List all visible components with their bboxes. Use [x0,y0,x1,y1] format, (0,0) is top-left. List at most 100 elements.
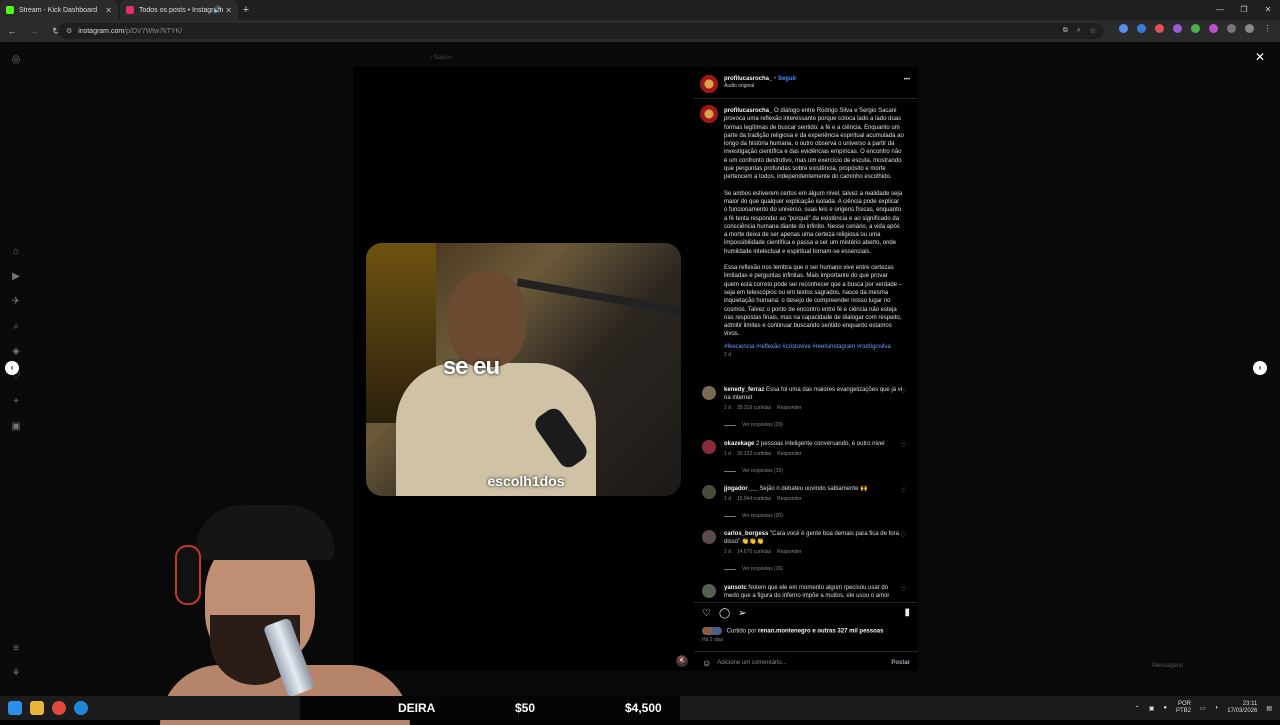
view-replies-button[interactable]: Ver respostas (20) [724,513,783,519]
commenter-avatar[interactable] [702,584,716,598]
comment-username[interactable]: yansotc [724,585,747,591]
extensions-puzzle-icon[interactable] [1227,24,1236,33]
site-info-icon[interactable]: ⚙ [66,27,72,35]
audio-playing-icon[interactable]: 🔊 [213,6,222,14]
post-comment-button[interactable]: Postar [891,660,910,666]
comment-username[interactable]: kenedy_ferraz [724,387,764,393]
liked-by[interactable]: Curtido por renan.montenegro e outras 32… [702,627,883,635]
comment-username[interactable]: carlos_borgess [724,531,768,537]
comment-age: 1 d [724,549,731,555]
forward-icon[interactable]: → [28,26,40,36]
donation-ticker: DEIRA $50 $4,500 [300,696,680,720]
comment-username[interactable]: okazekage [724,441,754,447]
more-options-icon[interactable]: ••• [904,77,910,83]
threads-icon[interactable]: ⚘ [10,668,22,680]
author-username[interactable]: profilucasrocha_ [724,76,772,82]
instagram-logo-icon[interactable]: ◎ [10,54,22,66]
ticker-right: $4,500 [625,701,662,715]
chrome-icon[interactable] [52,701,66,715]
notifications-icon[interactable]: ▤ [1266,705,1272,712]
cast-icon[interactable]: ⧉ [1063,27,1068,35]
view-replies-button[interactable]: Ver respostas (29) [724,422,783,428]
liked-by-user[interactable]: renan.montenegro [758,629,811,635]
search-icon[interactable]: ⌕ [10,321,22,333]
save-bookmark-icon[interactable]: ▮ [904,607,910,618]
like-icon[interactable]: ♡ [702,608,711,619]
direct-icon[interactable]: ✈ [10,296,22,308]
extension-icon[interactable] [1173,24,1182,33]
extension-icon[interactable] [1191,24,1200,33]
edge-icon[interactable] [74,701,88,715]
extension-icon[interactable] [1155,24,1164,33]
tab-instagram[interactable]: Todos os posts • Instagram 🔊 ✕ [120,0,238,20]
audio-label[interactable]: Áudio original [724,83,796,89]
reply-button[interactable]: Responder [777,404,801,412]
clock[interactable]: 23:11 17/03/2026 [1227,701,1257,715]
comment-icon[interactable]: ◯ [719,608,730,619]
previous-post-icon[interactable]: ‹ [5,361,19,375]
bookmark-star-icon[interactable]: ☆ [1090,27,1096,35]
comment-likes[interactable]: 14.670 curtidas [737,548,771,556]
maximize-icon[interactable]: ❐ [1232,0,1256,20]
commenter-avatar[interactable] [702,485,716,499]
back-icon[interactable]: ← [6,26,18,36]
tray-mic-icon[interactable]: ● [1163,705,1167,711]
reels-icon[interactable]: ▶ [10,271,22,283]
commenter-avatar[interactable] [702,386,716,400]
menu-kebab-icon[interactable]: ⋮ [1263,24,1272,33]
like-comment-icon[interactable]: ♡ [901,586,906,594]
file-explorer-icon[interactable] [30,701,44,715]
home-icon[interactable]: ⌂ [10,246,22,258]
post-actions: ♡ ◯ ➢ ▮ Curtido por renan.montenegro e o… [694,602,918,672]
volume-icon[interactable]: ◖ [1215,705,1219,711]
zoom-icon[interactable]: ⌕ [1077,27,1081,35]
close-modal-icon[interactable]: ✕ [1255,50,1265,64]
dashboard-icon[interactable]: ▣ [10,421,22,433]
view-replies-button[interactable]: Ver respostas (16) [724,566,783,572]
comment-likes[interactable]: 39.316 curtidas [737,404,771,412]
reply-button[interactable]: Responder [777,495,801,503]
share-icon[interactable]: ➢ [738,608,746,619]
author-avatar[interactable] [700,75,718,93]
caption-username[interactable]: profilucasrocha_ [724,108,772,114]
hashtags[interactable]: #feeciencia #reflexão #cristovive #reels… [724,343,904,351]
windows-start-icon[interactable] [8,701,22,715]
commenter-avatar[interactable] [702,440,716,454]
extension-icon[interactable] [1209,24,1218,33]
new-tab-button[interactable]: + [238,2,254,18]
comment-username[interactable]: jjogador___ [724,486,758,492]
commenter-avatar[interactable] [702,530,716,544]
menu-icon[interactable]: ≡ [10,643,22,655]
extension-icon[interactable] [1119,24,1128,33]
mute-icon[interactable]: 🔇 [676,655,688,667]
next-post-icon[interactable]: › [1253,361,1267,375]
comment-input[interactable]: Adicione um comentário... [717,660,786,666]
view-replies-button[interactable]: Ver respostas (16) [724,468,783,474]
like-comment-icon[interactable]: ♡ [901,442,906,450]
language-indicator[interactable]: POR PTB2 [1176,701,1191,715]
close-window-icon[interactable]: ✕ [1256,0,1280,20]
reply-button[interactable]: Responder [777,450,801,458]
minimize-icon[interactable]: — [1208,0,1232,20]
liked-by-count[interactable]: e outras 327 mil pessoas [812,629,883,635]
reply-button[interactable]: Responder [777,548,801,556]
close-tab-icon[interactable]: ✕ [225,6,232,15]
follow-button[interactable]: Seguir [778,76,797,82]
like-comment-icon[interactable]: ♡ [901,487,906,495]
network-icon[interactable]: ▭ [1200,705,1206,712]
create-icon[interactable]: + [10,396,22,408]
like-comment-icon[interactable]: ♡ [901,388,906,396]
comment-likes[interactable]: 30.122 curtidas [737,450,771,458]
comment-likes[interactable]: 15.944 curtidas [737,495,771,503]
caption-author-avatar[interactable] [700,105,718,123]
profile-avatar[interactable] [1245,24,1254,33]
like-comment-icon[interactable]: ♡ [901,532,906,540]
close-tab-icon[interactable]: ✕ [105,6,112,15]
emoji-icon[interactable]: ☺ [702,658,711,668]
tray-chevron-icon[interactable]: ⌃ [1135,705,1140,712]
url-bar[interactable]: ⚙ instagram.com/p/DV7Wtw7kTYK/ ⧉ ⌕ ☆ [58,23,1104,39]
explore-icon[interactable]: ◈ [10,346,22,358]
tray-app-icon[interactable]: ▣ [1149,705,1155,712]
extension-icon[interactable] [1137,24,1146,33]
tab-kick-dashboard[interactable]: Stream - Kick Dashboard ✕ [0,0,118,20]
